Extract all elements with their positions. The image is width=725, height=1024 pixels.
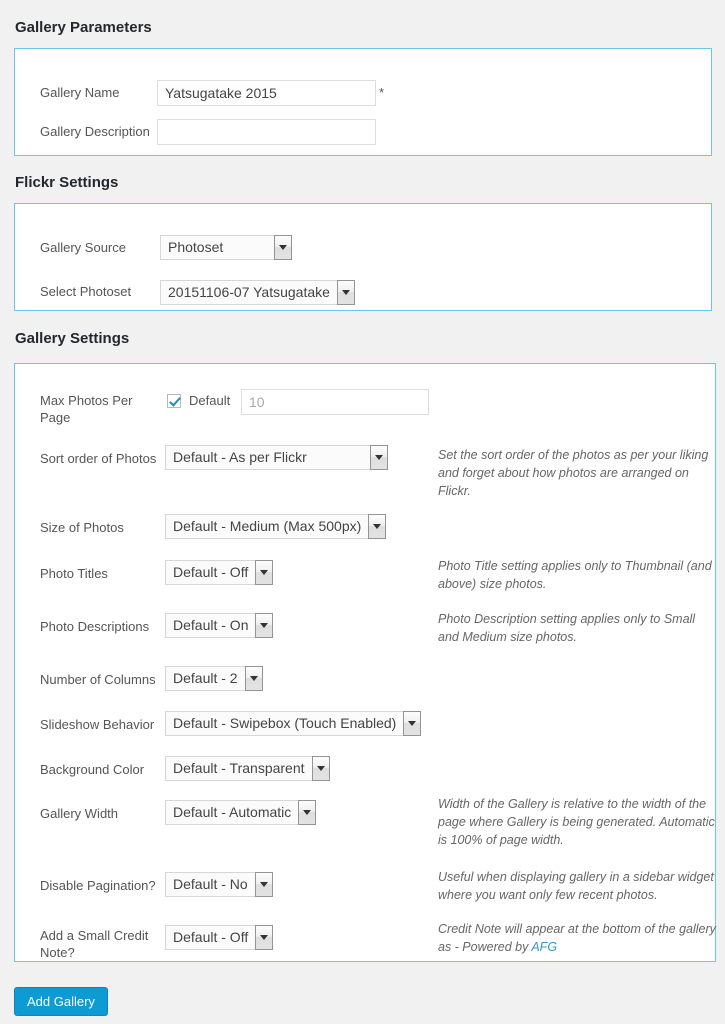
- chevron-down-icon: [254, 872, 273, 897]
- chevron-down-icon: [298, 800, 317, 825]
- help-photo-descriptions: Photo Description setting applies only t…: [438, 612, 696, 644]
- label-disable-pagination: Disable Pagination?: [40, 878, 156, 893]
- photo-titles-select[interactable]: Default - Off: [165, 560, 274, 585]
- gallery-name-input[interactable]: [157, 80, 376, 106]
- panel-flickr-settings: Gallery Source Photoset Select Photoset …: [14, 203, 712, 311]
- panel-gallery-settings: Max Photos Per Page Default Sort order o…: [14, 363, 716, 962]
- label-gallery-name: Gallery Name: [40, 85, 120, 100]
- label-gallery-width: Gallery Width: [40, 806, 119, 821]
- photo-titles-select-value: Default - Off: [165, 560, 256, 585]
- disable-pagination-select[interactable]: Default - No: [165, 872, 273, 897]
- chevron-down-icon: [336, 280, 355, 305]
- max-photos-per-page-input[interactable]: [241, 389, 429, 415]
- help-sort-order: Set the sort order of the photos as per …: [438, 448, 709, 498]
- label-number-of-columns: Number of Columns: [40, 672, 156, 687]
- gallery-description-input[interactable]: [157, 119, 376, 145]
- size-of-photos-select[interactable]: Default - Medium (Max 500px): [165, 514, 387, 539]
- max-photos-default-checkbox-group[interactable]: Default: [167, 393, 230, 408]
- section-title-flickr-settings: Flickr Settings: [15, 174, 119, 191]
- background-color-select[interactable]: Default - Transparent: [165, 756, 330, 781]
- required-asterisk-gallery-name: *: [379, 85, 385, 100]
- chevron-down-icon: [255, 925, 274, 950]
- gallery-width-select-value: Default - Automatic: [165, 800, 299, 825]
- label-gallery-description: Gallery Description: [40, 124, 150, 139]
- help-photo-titles: Photo Title setting applies only to Thum…: [438, 559, 712, 591]
- sort-order-select-value: Default - As per Flickr: [165, 445, 370, 470]
- background-color-select-value: Default - Transparent: [165, 756, 312, 781]
- slideshow-behavior-select-value: Default - Swipebox (Touch Enabled): [165, 711, 404, 736]
- label-credit-note: Add a Small Credit Note?: [40, 928, 149, 960]
- photo-descriptions-select[interactable]: Default - On: [165, 613, 274, 638]
- gallery-width-select[interactable]: Default - Automatic: [165, 800, 317, 825]
- help-credit-note: Credit Note will appear at the bottom of…: [438, 920, 716, 956]
- number-of-columns-select[interactable]: Default - 2: [165, 666, 263, 691]
- number-of-columns-select-value: Default - 2: [165, 666, 245, 691]
- chevron-down-icon: [370, 445, 388, 470]
- credit-note-select[interactable]: Default - Off: [165, 925, 274, 950]
- photo-descriptions-select-value: Default - On: [165, 613, 256, 638]
- chevron-down-icon: [255, 560, 274, 585]
- label-max-photos-per-page: Max Photos Per Page: [40, 393, 133, 425]
- afg-link[interactable]: AFG: [531, 940, 557, 954]
- gallery-source-select[interactable]: Photoset: [160, 235, 292, 260]
- chevron-down-icon: [255, 613, 274, 638]
- chevron-down-icon: [311, 756, 330, 781]
- disable-pagination-select-value: Default - No: [165, 872, 255, 897]
- gallery-source-select-value: Photoset: [160, 235, 274, 260]
- label-gallery-source: Gallery Source: [40, 240, 126, 255]
- max-photos-default-checkbox-label: Default: [189, 393, 231, 408]
- label-slideshow-behavior: Slideshow Behavior: [40, 717, 155, 732]
- help-credit-note-text: Credit Note will appear at the bottom of…: [438, 922, 716, 954]
- chevron-down-icon: [244, 666, 263, 691]
- chevron-down-icon: [274, 235, 292, 260]
- select-photoset-select-value: 20151106-07 Yatsugatake: [160, 280, 337, 305]
- label-photo-titles: Photo Titles: [40, 566, 108, 581]
- max-photos-default-checkbox[interactable]: [167, 393, 181, 408]
- label-size-of-photos: Size of Photos: [40, 520, 124, 535]
- section-title-gallery-settings: Gallery Settings: [15, 330, 130, 347]
- section-title-gallery-parameters: Gallery Parameters: [15, 19, 152, 36]
- help-disable-pagination: Useful when displaying gallery in a side…: [438, 870, 714, 902]
- label-sort-order: Sort order of Photos: [40, 451, 157, 466]
- chevron-down-icon: [403, 711, 422, 736]
- help-gallery-width: Width of the Gallery is relative to the …: [438, 797, 715, 847]
- add-gallery-button[interactable]: Add Gallery: [14, 987, 108, 1016]
- label-background-color: Background Color: [40, 762, 145, 777]
- credit-note-select-value: Default - Off: [165, 925, 256, 950]
- select-photoset-select[interactable]: 20151106-07 Yatsugatake: [160, 280, 355, 305]
- label-select-photoset: Select Photoset: [40, 284, 132, 299]
- label-photo-descriptions: Photo Descriptions: [40, 619, 150, 634]
- chevron-down-icon: [368, 514, 387, 539]
- size-of-photos-select-value: Default - Medium (Max 500px): [165, 514, 369, 539]
- panel-gallery-parameters: Gallery Name * Gallery Description: [14, 48, 712, 156]
- slideshow-behavior-select[interactable]: Default - Swipebox (Touch Enabled): [165, 711, 422, 736]
- sort-order-select[interactable]: Default - As per Flickr: [165, 445, 388, 470]
